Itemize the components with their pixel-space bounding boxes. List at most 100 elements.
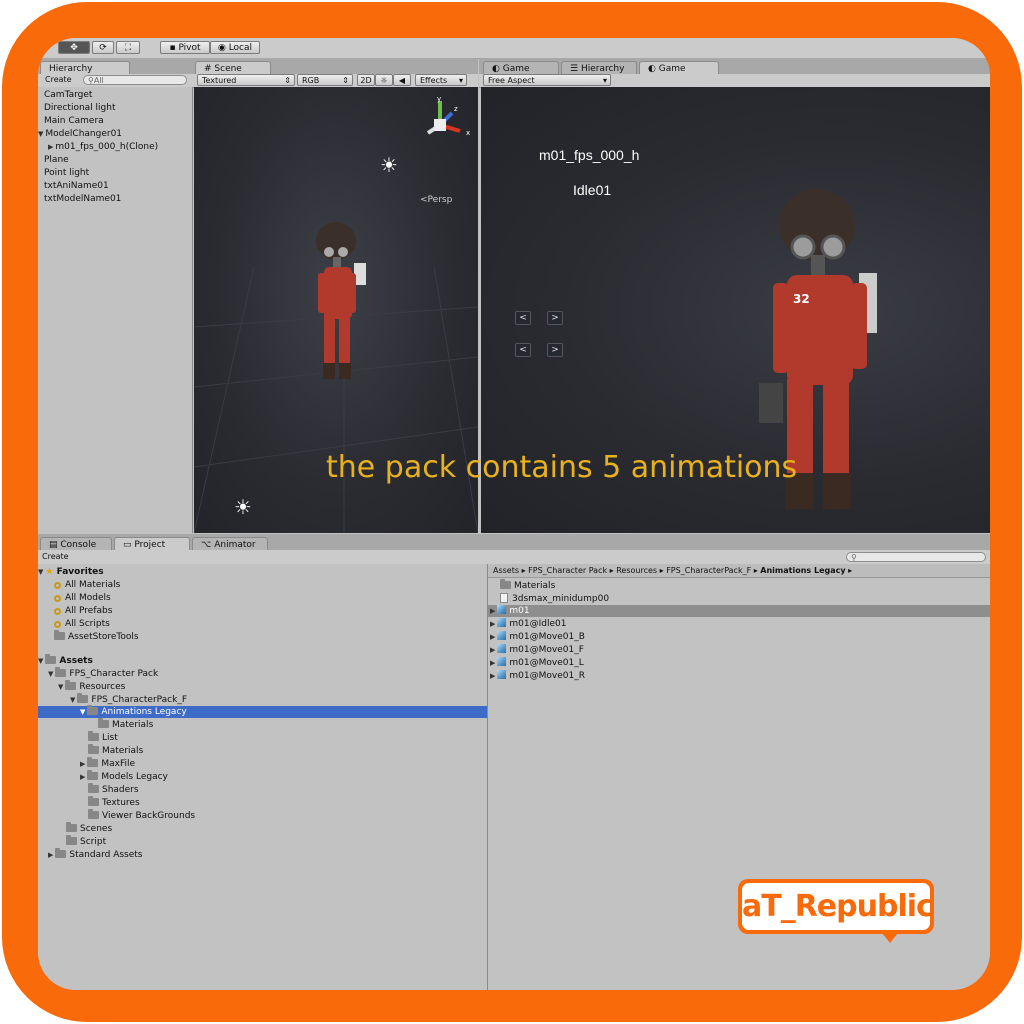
tree-folder-label: List <box>102 733 118 743</box>
favorite-item[interactable]: All Prefabs <box>54 605 112 617</box>
directional-light-icon[interactable]: ☀ <box>380 153 398 177</box>
favorite-item[interactable]: All Scripts <box>54 618 110 630</box>
expand-arrow-icon[interactable]: ▼ <box>58 683 63 691</box>
next-model-button[interactable]: > <box>547 311 563 325</box>
favorite-label: AssetStoreTools <box>68 632 139 642</box>
breadcrumb-item-current[interactable]: Animations Legacy <box>760 566 845 575</box>
expand-arrow-icon[interactable]: ▼ <box>38 657 43 665</box>
file-item[interactable]: ▶ m01@Idle01 <box>490 618 566 630</box>
prev-animation-button[interactable]: < <box>515 343 531 357</box>
favorite-label: All Scripts <box>65 619 110 629</box>
scene-gizmo[interactable]: y z x <box>414 95 474 151</box>
tree-folder[interactable]: Materials <box>98 718 153 731</box>
tree-folder[interactable]: List <box>88 731 118 744</box>
hierarchy-item[interactable]: txtAniName01 <box>44 180 109 192</box>
hierarchy-item[interactable]: ▼ ModelChanger01 <box>38 128 122 140</box>
tree-folder[interactable]: ▼ Resources <box>58 680 125 693</box>
persp-label[interactable]: <Persp <box>420 195 452 205</box>
hierarchy-item[interactable]: Point light <box>44 167 89 179</box>
tree-folder[interactable]: ▶ Standard Assets <box>48 848 143 861</box>
tab-animator[interactable]: ⌥ Animator <box>192 537 268 551</box>
tab-console[interactable]: ▤ Console <box>40 537 112 551</box>
breadcrumb-item[interactable]: Assets <box>493 566 519 575</box>
expand-arrow-icon[interactable]: ▼ <box>80 708 85 716</box>
tree-folder[interactable]: Materials <box>88 744 143 757</box>
prev-model-button[interactable]: < <box>515 311 531 325</box>
expand-arrow-icon[interactable]: ▶ <box>490 607 495 615</box>
expand-arrow-icon[interactable]: ▼ <box>38 568 43 576</box>
hierarchy-item[interactable]: txtModelName01 <box>44 193 121 205</box>
next-animation-button[interactable]: > <box>547 343 563 357</box>
file-item[interactable]: 3dsmax_minidump00 <box>500 593 609 605</box>
file-item-selected[interactable] <box>488 605 990 617</box>
tree-folder[interactable]: ▼ Animations Legacy <box>80 705 187 718</box>
project-create-button[interactable]: Create <box>42 552 69 561</box>
point-light-icon[interactable]: ☀ <box>234 495 252 519</box>
tab-project[interactable]: ▭ Project <box>114 537 190 551</box>
2d-toggle[interactable]: 2D <box>357 74 375 86</box>
hierarchy-search-input[interactable]: ⚲All <box>83 75 187 85</box>
expand-arrow-icon[interactable]: ▶ <box>80 760 85 768</box>
favorite-item[interactable]: All Models <box>54 592 111 604</box>
file-item[interactable]: ▶ m01@Move01_F <box>490 644 584 656</box>
scale-tool-button[interactable]: ⛶ <box>116 41 140 54</box>
breadcrumb-item[interactable]: Resources <box>616 566 657 575</box>
audio-toggle[interactable]: ◀ <box>393 74 411 86</box>
project-search-input[interactable]: ⚲ <box>846 552 986 562</box>
tab-hierarchy[interactable]: Hierarchy <box>40 61 130 75</box>
breadcrumb-item[interactable]: FPS_Character Pack <box>528 566 607 575</box>
tree-folder[interactable]: Textures <box>88 796 140 809</box>
tree-folder[interactable]: Viewer BackGrounds <box>88 809 195 822</box>
dropdown-arrow-icon: ▾ <box>458 76 463 85</box>
hierarchy-item[interactable]: Plane <box>44 154 69 166</box>
tree-folder[interactable]: Shaders <box>88 783 139 796</box>
expand-arrow-icon[interactable]: ▼ <box>48 670 53 678</box>
file-item[interactable]: ▶ m01@Move01_R <box>490 670 585 682</box>
expand-arrow-icon[interactable]: ▼ <box>70 696 75 704</box>
channel-dropdown[interactable]: RGB ⇕ <box>297 74 353 86</box>
expand-arrow-icon[interactable]: ▶ <box>80 773 85 781</box>
tree-folder[interactable]: ▼ FPS_Character Pack <box>48 667 158 680</box>
expand-arrow-icon[interactable]: ▼ <box>38 130 43 138</box>
favorite-item[interactable]: AssetStoreTools <box>54 630 139 643</box>
hierarchy-create-button[interactable]: Create <box>45 75 72 84</box>
expand-arrow-icon[interactable]: ▶ <box>490 620 495 628</box>
aspect-label: Free Aspect <box>488 76 535 85</box>
hierarchy-item[interactable]: Directional light <box>44 102 115 114</box>
breadcrumb-item[interactable]: FPS_CharacterPack_F <box>666 566 751 575</box>
tab-scene[interactable]: # Scene <box>195 61 271 75</box>
pivot-button[interactable]: ▪ Pivot <box>160 41 210 54</box>
search-placeholder: All <box>93 76 104 85</box>
expand-arrow-icon[interactable]: ▶ <box>490 646 495 654</box>
hierarchy-item[interactable]: Main Camera <box>44 115 104 127</box>
expand-arrow-icon[interactable]: ▶ <box>490 659 495 667</box>
tree-folder[interactable]: Script <box>66 835 106 848</box>
model-prefab-icon <box>497 618 507 627</box>
expand-arrow-icon[interactable]: ▶ <box>490 633 495 641</box>
tab-game-right[interactable]: ◐ Game <box>639 61 719 75</box>
tree-folder[interactable]: ▶ Models Legacy <box>80 770 168 783</box>
assets-header[interactable]: ▼ Assets <box>38 654 93 667</box>
expand-arrow-icon[interactable]: ▶ <box>48 851 53 859</box>
file-item[interactable]: ▶ m01 <box>490 605 530 617</box>
file-item[interactable]: ▶ m01@Move01_B <box>490 631 585 643</box>
aspect-dropdown[interactable]: Free Aspect ▾ <box>483 74 611 86</box>
hierarchy-item[interactable]: CamTarget <box>44 89 92 101</box>
tab-game-left[interactable]: ◐ Game <box>483 61 559 75</box>
expand-arrow-icon[interactable]: ▶ <box>490 672 495 680</box>
favorite-item[interactable]: All Materials <box>54 579 120 591</box>
local-button[interactable]: ◉ Local <box>210 41 260 54</box>
file-item[interactable]: Materials <box>500 579 555 592</box>
effects-dropdown[interactable]: Effects ▾ <box>415 74 467 86</box>
tab-hierarchy-2[interactable]: ☰ Hierarchy <box>561 61 637 75</box>
favorites-header[interactable]: ▼ ★ Favorites <box>38 566 104 578</box>
file-item[interactable]: ▶ m01@Move01_L <box>490 657 584 669</box>
hierarchy-item[interactable]: ▶ m01_fps_000_h(Clone) <box>48 141 158 153</box>
lighting-toggle[interactable]: ☼ <box>375 74 393 86</box>
expand-arrow-icon[interactable]: ▶ <box>48 143 53 151</box>
tree-folder[interactable]: ▶ MaxFile <box>80 757 135 770</box>
tree-folder[interactable]: Scenes <box>66 822 112 835</box>
shading-dropdown[interactable]: Textured ⇕ <box>197 74 295 86</box>
move-tool-button[interactable]: ✥ <box>58 41 90 54</box>
rotate-tool-button[interactable]: ⟳ <box>92 41 114 54</box>
